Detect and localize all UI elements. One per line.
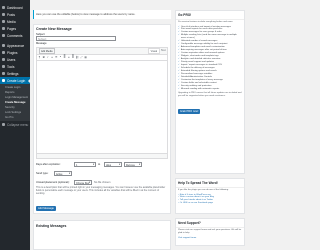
existing-messages-title: Existing Messages (36, 224, 67, 228)
bullet-icon: • (178, 202, 179, 205)
numbered-list-icon[interactable]: ☰ (55, 56, 58, 59)
kitchen-sink-icon[interactable]: ▦ (84, 56, 87, 59)
send-to-label: Send type: (36, 172, 49, 175)
dashboard-icon (2, 6, 5, 9)
grab-pro-button[interactable]: Grab PRO now! (178, 109, 201, 115)
checkmark-icon: ✓ (178, 87, 180, 90)
media-icon (2, 20, 5, 23)
need-support-text: Please visit our support forum and ask y… (178, 228, 242, 234)
send-type-label: Unread placement (optional): (36, 181, 70, 184)
pro-feature-item: ✓ Mirrored sending with automatic reports (178, 88, 242, 91)
sidebar-item-label: Tools (7, 64, 15, 69)
tab-text[interactable]: Text (160, 48, 167, 54)
help-spread-item[interactable]: • Or LIKE us on our Facebook page (178, 202, 242, 205)
file-chooser-button[interactable]: Choose files (74, 180, 92, 185)
quote-icon[interactable]: ❝ (59, 56, 62, 59)
sidebar-item-tools[interactable]: Tools (0, 63, 30, 70)
collapse-label: Collapse menu (7, 122, 29, 127)
settings-icon (2, 72, 5, 75)
subject-input[interactable]: Subject (36, 36, 116, 41)
message-label: Message (36, 42, 47, 45)
main-content: Here you can use the editable (below) to… (33, 0, 171, 250)
collapse-menu-button[interactable]: Collapse menu (0, 121, 30, 128)
admin-sidebar: Dashboard Posts Media Pages Comments App… (0, 0, 30, 250)
support-forum-link[interactable]: Visit support forum (176, 236, 244, 241)
sidebar-item-comments[interactable]: Comments (0, 32, 30, 39)
sidebar-item-plugins[interactable]: Plugins (0, 49, 30, 56)
sidebar-item-label: Create Login (7, 78, 26, 83)
wrench-icon (2, 65, 5, 68)
expiry-connector: to (98, 163, 101, 166)
pro-feature-list: ✓ One-click interface and import of exist… (176, 25, 244, 92)
expiry-unit-select[interactable]: days (104, 162, 122, 167)
form-note: This is a description that will be print… (36, 186, 166, 196)
tab-visual[interactable]: Visual (148, 48, 160, 54)
sidebar-item-appearance[interactable]: Appearance (0, 42, 30, 49)
add-message-button[interactable]: Add Message (36, 206, 56, 211)
info-notice: Here you can use the editable (below) to… (33, 10, 171, 19)
sidebar-item-label: Settings (7, 71, 19, 76)
go-pro-footer: Upgrading to PRO means that all future u… (178, 92, 242, 98)
help-spread-title: Help To Spread The Word! (176, 179, 244, 188)
align-left-icon[interactable]: ≣ (63, 56, 66, 59)
need-support-box: Need Support? Please visit our support f… (175, 218, 245, 246)
bold-icon[interactable]: B (42, 56, 45, 59)
help-spread-box: Help To Spread The Word! If you like the… (175, 178, 245, 214)
send-to-select[interactable]: Active (54, 171, 72, 176)
sidebar-submenu: Create Login Reports Login Management Cr… (0, 84, 30, 121)
sidebar-item-settings[interactable]: Settings (0, 70, 30, 77)
expiry-action-select[interactable]: Remove (124, 162, 142, 167)
pin-icon (2, 13, 5, 16)
expiry-number-select[interactable]: 1 (74, 162, 96, 167)
fullscreen-icon[interactable]: ⤢ (80, 56, 83, 59)
add-media-button[interactable]: Add Media (38, 48, 55, 54)
sidebar-item-dashboard[interactable]: Dashboard (0, 4, 30, 11)
sidebar-item-label: Dashboard (7, 5, 23, 10)
sidebar-item-create-login[interactable]: Create Login (0, 77, 30, 84)
expiry-label: Days after expiration: (36, 163, 61, 166)
sidebar-item-label: Posts (7, 12, 15, 17)
submenu-item[interactable]: Go Pro (0, 115, 30, 120)
help-spread-list: • Rate it 5 stars in WordPress.org • Write … (176, 193, 244, 207)
editor-topbar: Add Media Visual Text (37, 48, 167, 55)
sidebar-item-users[interactable]: Users (0, 56, 30, 63)
sidebar-item-label: Pages (7, 26, 17, 31)
need-support-title: Need Support? (176, 219, 244, 228)
help-spread-link[interactable]: Or LIKE us on our Facebook page (180, 202, 213, 205)
link-icon[interactable]: ⛓ (76, 56, 79, 59)
sidebar-item-label: Media (7, 19, 16, 24)
sidebar-item-media[interactable]: Media (0, 18, 30, 25)
sidebar-item-posts[interactable]: Posts (0, 11, 30, 18)
lock-icon (2, 79, 5, 82)
align-center-icon[interactable]: ≡ (67, 56, 70, 59)
editor-statusbar (37, 153, 167, 158)
sidebar-item-label: Comments (7, 33, 23, 38)
user-icon (2, 58, 5, 61)
paragraph-icon[interactable]: ¶ (38, 56, 41, 59)
message-editor[interactable]: Add Media Visual Text ¶ B I ≡ ☰ ❝ ≣ ≡ ≣ … (36, 47, 168, 159)
editor-toolbar: ¶ B I ≡ ☰ ❝ ≣ ≡ ≣ ⛓ ⤢ ▦ (37, 55, 167, 61)
pro-feature-label: Mirrored sending with automatic reports (180, 87, 220, 90)
plugin-icon (2, 51, 5, 54)
bullet-list-icon[interactable]: ≡ (51, 56, 54, 59)
italic-icon[interactable]: I (46, 56, 49, 59)
brush-icon (2, 44, 5, 47)
go-pro-box: Go PRO! Pro version features include eve… (175, 10, 245, 174)
comment-icon (2, 34, 5, 37)
align-right-icon[interactable]: ≣ (72, 56, 75, 59)
page-icon (2, 27, 5, 30)
go-pro-title: Go PRO! (176, 11, 244, 20)
sidebar-item-label: Appearance (7, 43, 25, 48)
file-chooser-hint: No file chosen (94, 181, 111, 184)
sidebar-item-pages[interactable]: Pages (0, 25, 30, 32)
collapse-icon (2, 123, 5, 126)
editor-tabs: Visual Text (148, 48, 167, 54)
existing-messages-card: Existing Messages (33, 220, 171, 250)
create-message-card: Create New Message Subject Subject Messa… (33, 24, 171, 214)
sidebar-item-label: Users (7, 57, 16, 62)
sidebar-item-label: Plugins (7, 50, 18, 55)
form-title: Create New Message (36, 27, 72, 31)
